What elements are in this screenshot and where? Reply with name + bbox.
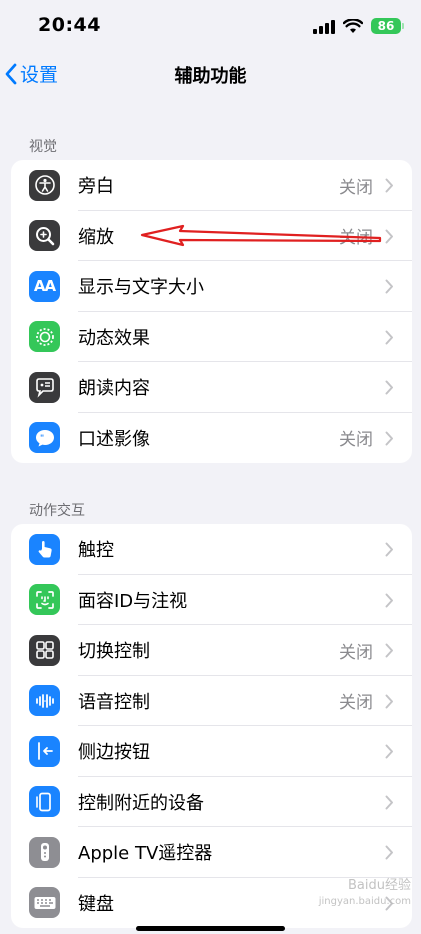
row-label: 语音控制: [78, 691, 150, 713]
settings-group-vision: 旁白 关闭 缩放 关闭 AA 显示与文字大小 动态效果 朗读内容 " 口述影像 …: [11, 160, 412, 463]
section-header-vision: 视觉: [29, 139, 57, 155]
touch-icon: [29, 533, 60, 565]
keyboard-icon: [29, 887, 60, 919]
chevron-right-icon: [385, 431, 393, 445]
chevron-right-icon: [385, 542, 393, 557]
row-motion[interactable]: 动态效果: [11, 312, 412, 362]
voiceover-icon: [29, 169, 60, 201]
row-value: 关闭: [339, 642, 373, 663]
row-label: 口述影像: [78, 428, 150, 450]
watermark-line2: jingyan.baidu.com: [318, 896, 411, 907]
spoken-content-icon: [29, 371, 60, 403]
side-button-icon: [29, 735, 60, 767]
row-switch-control[interactable]: 切换控制 关闭: [11, 625, 412, 676]
row-touch[interactable]: 触控: [11, 524, 412, 575]
row-voice-control[interactable]: 语音控制 关闭: [11, 676, 412, 726]
battery-icon: 86: [371, 18, 404, 34]
chevron-right-icon: [385, 845, 393, 860]
section-header-interaction: 动作交互: [29, 503, 85, 519]
row-label: 动态效果: [78, 327, 150, 349]
row-label: 切换控制: [78, 641, 150, 663]
chevron-right-icon: [385, 178, 393, 193]
row-face-id-attention[interactable]: 面容ID与注视: [11, 575, 412, 625]
watermark-line1: Baidu经验: [348, 878, 411, 893]
row-voiceover[interactable]: 旁白 关闭: [11, 160, 412, 211]
status-time: 20:44: [38, 14, 101, 36]
wifi-icon: [343, 18, 363, 33]
home-indicator[interactable]: [136, 926, 285, 931]
chevron-right-icon: [385, 380, 393, 395]
row-value: 关闭: [339, 693, 373, 714]
voice-control-icon: [29, 685, 60, 717]
chevron-right-icon: [385, 229, 393, 243]
row-label: 显示与文字大小: [78, 277, 204, 299]
row-label: 控制附近的设备: [78, 792, 204, 814]
row-control-nearby-devices[interactable]: 控制附近的设备: [11, 777, 412, 827]
motion-icon: [29, 321, 60, 353]
page-title: 辅助功能: [174, 66, 247, 87]
row-side-button[interactable]: 侧边按钮: [11, 726, 412, 777]
chevron-right-icon: [385, 744, 393, 759]
settings-group-interaction: 触控 面容ID与注视 切换控制 关闭 语音控制 关闭 侧边按钮 控制附近的设备 …: [11, 524, 412, 928]
zoom-icon: [29, 220, 60, 252]
apple-tv-remote-icon: [29, 836, 60, 868]
row-label: 侧边按钮: [78, 742, 150, 764]
nav-bar: 设置 辅助功能: [0, 50, 421, 98]
chevron-right-icon: [385, 694, 393, 708]
chevron-right-icon: [385, 795, 393, 809]
switch-control-icon: [29, 634, 60, 666]
status-icons: 86: [313, 16, 404, 36]
row-label: 旁白: [78, 176, 114, 198]
chevron-right-icon: [385, 593, 393, 607]
chevron-right-icon: [385, 330, 393, 344]
audio-description-icon: ": [29, 422, 60, 454]
row-label: 面容ID与注视: [78, 590, 188, 612]
row-zoom[interactable]: 缩放 关闭: [11, 211, 412, 261]
row-label: Apple TV遥控器: [78, 843, 213, 865]
row-label: 朗读内容: [78, 378, 150, 400]
row-label: 键盘: [78, 893, 114, 915]
watermark: Baidu经验 jingyan.baidu.com: [319, 878, 411, 910]
row-value: 关闭: [339, 228, 373, 249]
row-value: 关闭: [339, 430, 373, 451]
nearby-devices-icon: [29, 786, 60, 818]
chevron-right-icon: [385, 643, 393, 658]
row-label: 触控: [78, 540, 114, 562]
cellular-signal-icon: [313, 19, 335, 34]
status-bar: 20:44 86: [0, 0, 421, 50]
face-id-icon: [29, 584, 60, 616]
chevron-right-icon: [385, 279, 393, 294]
row-apple-tv-remote[interactable]: Apple TV遥控器: [11, 827, 412, 878]
row-label: 缩放: [78, 226, 114, 248]
battery-level: 86: [377, 19, 395, 33]
row-display-text-size[interactable]: AA 显示与文字大小: [11, 261, 412, 312]
row-spoken-content[interactable]: 朗读内容: [11, 362, 412, 413]
row-value: 关闭: [339, 177, 373, 198]
svg-text:": ": [40, 433, 44, 442]
text-size-icon: AA: [29, 270, 60, 302]
row-audio-description[interactable]: " 口述影像 关闭: [11, 413, 412, 464]
